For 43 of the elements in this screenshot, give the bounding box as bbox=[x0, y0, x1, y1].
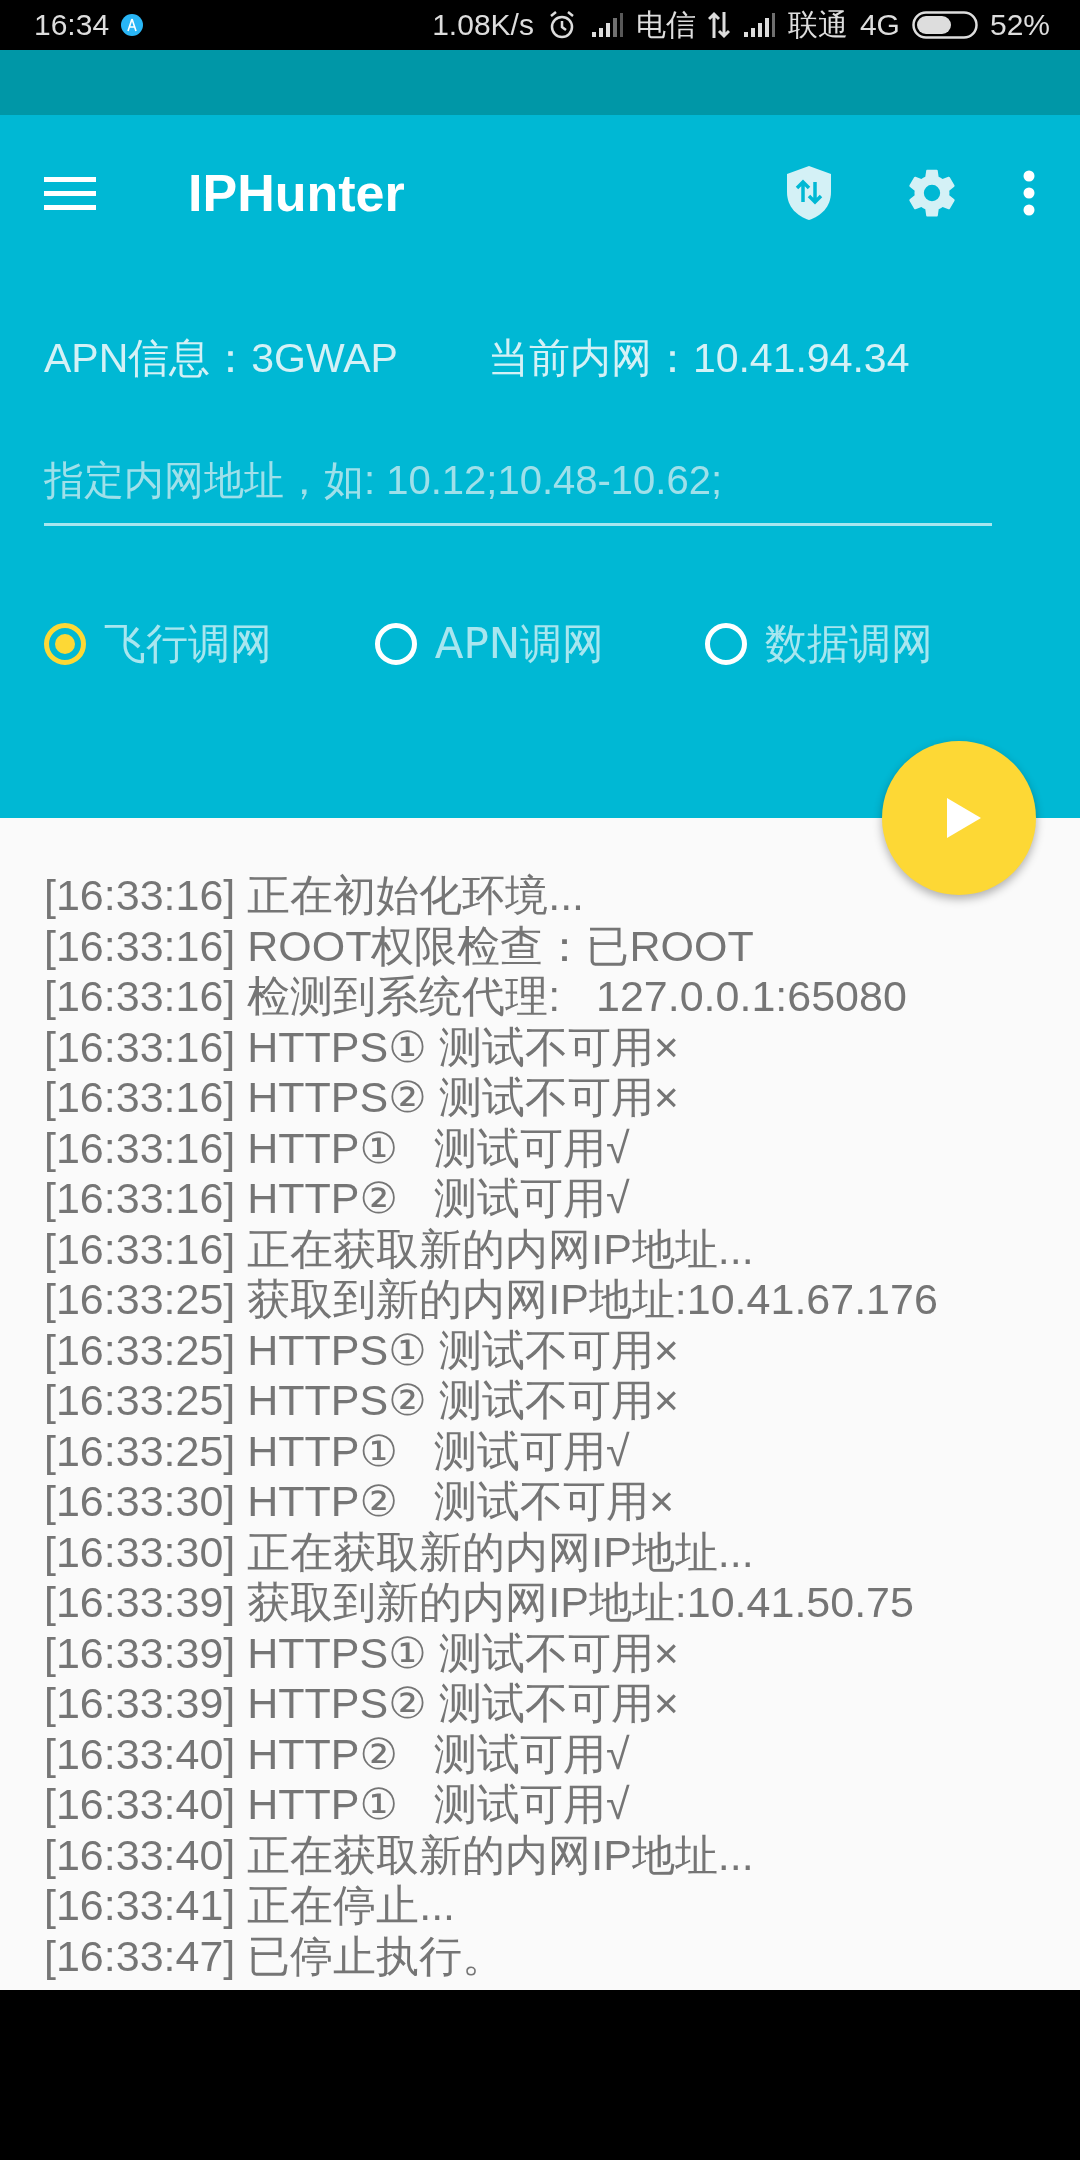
log-line: [16:33:30] 正在获取新的内网IP地址... bbox=[44, 1526, 755, 1577]
radio-option[interactable]: APN调网 bbox=[374, 616, 706, 672]
log-line: [16:33:16] 正在获取新的内网IP地址... bbox=[44, 1223, 755, 1274]
data-transfer-icon bbox=[707, 10, 730, 40]
carrier-name: 联通 bbox=[787, 6, 848, 43]
shield-icon[interactable] bbox=[784, 164, 834, 222]
log-line: [16:33:40] HTTP① 测试可用√ bbox=[44, 1779, 631, 1830]
signal-icon bbox=[741, 12, 776, 38]
log-line: [16:33:16] HTTP② 测试可用√ bbox=[44, 1173, 631, 1224]
carrier-name: 电信 bbox=[635, 6, 696, 43]
log-line: [16:33:47] 已停止执行。 bbox=[44, 1930, 507, 1981]
battery-percent: 52% bbox=[989, 8, 1050, 42]
more-options-icon[interactable] bbox=[1022, 170, 1036, 216]
radio-option[interactable]: 飞行调网 bbox=[44, 616, 375, 672]
log-line: [16:33:16] 正在初始化环境... bbox=[44, 870, 586, 921]
log-line: [16:33:39] HTTPS② 测试不可用× bbox=[44, 1678, 680, 1729]
app-notification-icon bbox=[121, 14, 144, 36]
log-line: [16:33:25] 获取到新的内网IP地址:10.41.67.176 bbox=[44, 1274, 939, 1325]
radio-option[interactable]: 数据调网 bbox=[705, 616, 1036, 672]
current-intranet-ip: 当前内网：10.41.94.34 bbox=[487, 334, 910, 383]
log-line: [16:33:30] HTTP② 测试不可用× bbox=[44, 1476, 675, 1527]
status-time: 16:34 bbox=[34, 8, 110, 42]
apn-info: APN信息：3GWAP bbox=[44, 334, 398, 383]
log-line: [16:33:40] HTTP② 测试可用√ bbox=[44, 1728, 631, 1779]
input-field[interactable]: 指定内网地址，如: 10.12;10.48-10.62; bbox=[44, 448, 992, 526]
battery-icon bbox=[911, 10, 978, 40]
menu-icon[interactable] bbox=[44, 175, 96, 211]
app-title: IPHunter bbox=[188, 163, 405, 223]
log-line: [16:33:16] HTTPS① 测试不可用× bbox=[44, 1021, 680, 1072]
log-line: [16:33:39] HTTPS① 测试不可用× bbox=[44, 1627, 680, 1678]
network-type: 4G bbox=[859, 8, 900, 42]
log-line: [16:33:39] 获取到新的内网IP地址:10.41.50.75 bbox=[44, 1577, 915, 1628]
log-line: [16:33:16] ROOT权限检查：已ROOT bbox=[44, 920, 755, 971]
log-line: [16:33:25] HTTPS① 测试不可用× bbox=[44, 1324, 680, 1375]
log-line: [16:33:16] HTTPS② 测试不可用× bbox=[44, 1072, 680, 1123]
network-speed: 1.08K/s bbox=[432, 8, 534, 42]
log-line: [16:33:40] 正在获取新的内网IP地址... bbox=[44, 1829, 755, 1880]
log-line: [16:33:25] HTTP① 测试可用√ bbox=[44, 1425, 631, 1476]
log-line: [16:33:41] 正在停止... bbox=[44, 1880, 457, 1931]
log-line: [16:33:16] 检测到系统代理: 127.0.0.1:65080 bbox=[44, 971, 908, 1022]
signal-icon bbox=[589, 12, 624, 38]
log-line: [16:33:16] HTTP① 测试可用√ bbox=[44, 1122, 631, 1173]
log-line: [16:33:25] HTTPS② 测试不可用× bbox=[44, 1375, 680, 1426]
